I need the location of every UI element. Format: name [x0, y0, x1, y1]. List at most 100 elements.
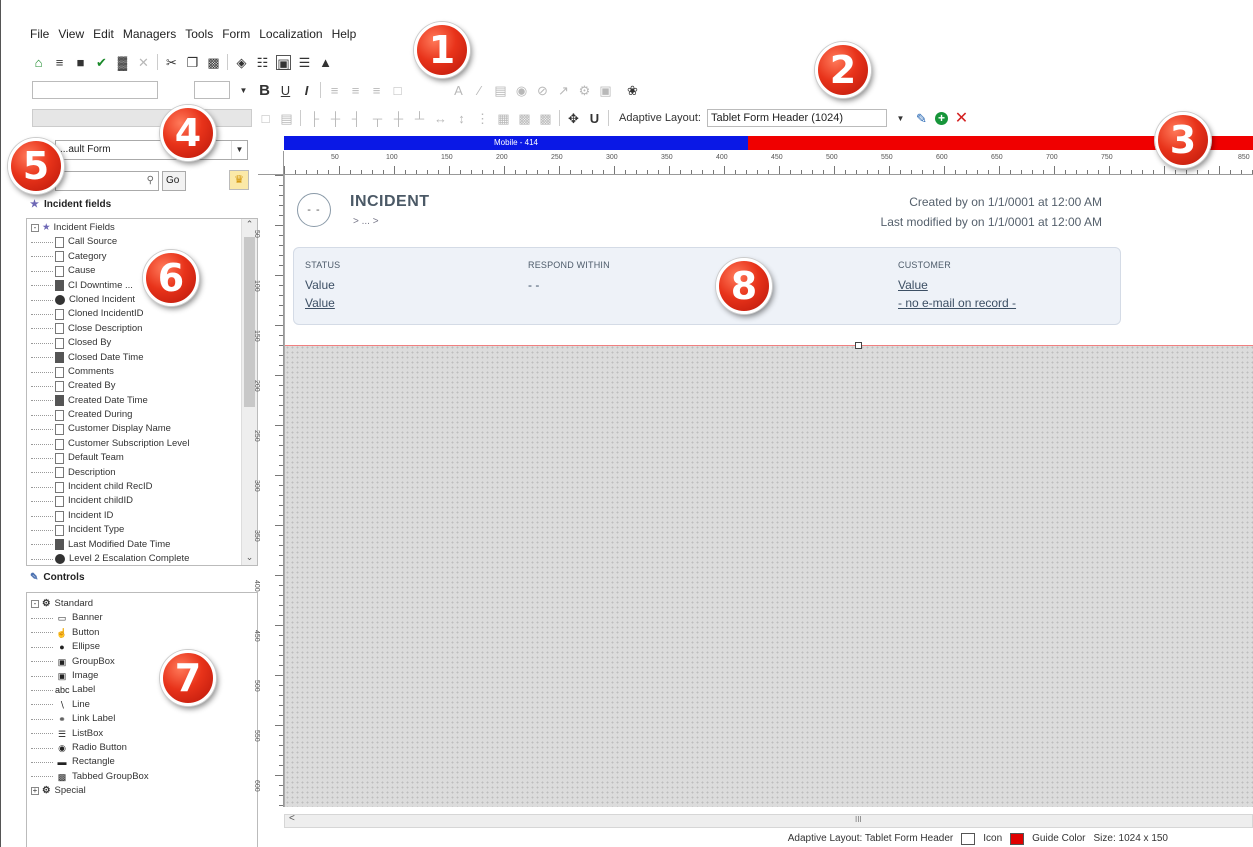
grid-icon[interactable]: ▦ — [496, 111, 511, 126]
border-icon[interactable]: □ — [390, 83, 405, 98]
control-item[interactable]: ☰ ListBox — [31, 727, 257, 741]
align-bottoms-icon[interactable]: ┴ — [412, 111, 427, 126]
scrollbar-grip[interactable]: III — [855, 815, 862, 824]
menu-item-view[interactable]: View — [58, 24, 84, 44]
lines-icon[interactable]: ☰ — [297, 55, 312, 70]
field-item[interactable]: Call Source — [31, 235, 257, 249]
align-right-icon[interactable]: ≡ — [369, 83, 384, 98]
new-page-icon[interactable]: □ — [258, 111, 273, 126]
menu-item-form[interactable]: Form — [222, 24, 250, 44]
customer-email[interactable]: - no e-mail on record - — [898, 294, 1016, 312]
image-icon[interactable]: ▣ — [598, 83, 613, 98]
menu-item-tools[interactable]: Tools — [185, 24, 213, 44]
line-color-icon[interactable]: ∕ — [472, 83, 487, 98]
icon-swatch[interactable] — [961, 832, 976, 845]
design-canvas[interactable]: - - INCIDENT > ... > Created by on 1/1/0… — [284, 175, 1253, 807]
align-tops-icon[interactable]: ┬ — [370, 111, 385, 126]
control-item[interactable]: ⚭ Link Label — [31, 712, 257, 726]
align-middles-icon[interactable]: ┼ — [391, 111, 406, 126]
field-item[interactable]: Cloned Incident — [31, 293, 257, 307]
delete-icon[interactable]: ▓ — [115, 55, 130, 70]
hierarchy-icon[interactable]: ☷ — [255, 55, 270, 70]
expand-icon[interactable]: + — [31, 787, 39, 796]
controls-tree[interactable]: - ⚙ Standard ▭ Banner ☝ Button ● Ellipse ▣ Grou… — [26, 592, 258, 847]
field-item[interactable]: Closed Date Time — [31, 351, 257, 365]
field-item[interactable]: Closed By — [31, 336, 257, 350]
field-item[interactable]: Last Modified Date Time — [31, 538, 257, 552]
field-item[interactable]: Incident Type — [31, 523, 257, 537]
control-item[interactable]: ● Ellipse — [31, 640, 257, 654]
expand-icon[interactable]: ↗ — [556, 83, 571, 98]
collapse-icon[interactable]: - — [31, 224, 39, 233]
chevron-down-icon[interactable]: ▼ — [236, 83, 251, 98]
go-button[interactable]: Go — [162, 171, 186, 191]
field-item[interactable]: Category — [31, 250, 257, 264]
field-item[interactable]: Comments — [31, 365, 257, 379]
info-groupbox[interactable]: STATUS Value Value RESPOND WITHIN - - CU… — [293, 247, 1121, 325]
form-view-icon[interactable]: ▣ — [276, 54, 291, 71]
field-item[interactable]: Created By — [31, 379, 257, 393]
field-item[interactable]: Incident child RecID — [31, 480, 257, 494]
send-back-icon[interactable]: ▩ — [538, 111, 553, 126]
field-item[interactable]: Description — [31, 466, 257, 480]
control-item[interactable]: ☝ Button — [31, 626, 257, 640]
style-icon[interactable]: ▤ — [279, 111, 294, 126]
control-item[interactable]: ∖ Line — [31, 698, 257, 712]
field-item[interactable]: Close Description — [31, 322, 257, 336]
field-item[interactable]: Level 2 Escalation Complete — [31, 552, 257, 565]
control-item[interactable]: ▩ Tabbed GroupBox — [31, 770, 257, 784]
menu-item-managers[interactable]: Managers — [123, 24, 176, 44]
paste-icon[interactable]: ▩ — [206, 55, 221, 70]
theme-icon[interactable]: ❀ — [625, 83, 640, 98]
fields-scrollbar[interactable]: ⌃ ⌄ — [241, 219, 257, 565]
bring-front-icon[interactable]: ▩ — [517, 111, 532, 126]
settings-icon[interactable]: ⚙ — [577, 83, 592, 98]
remove-icon[interactable]: ✕ — [954, 110, 969, 126]
bold-button[interactable]: B — [257, 83, 272, 98]
control-item[interactable]: ◉ Radio Button — [31, 741, 257, 755]
menu-item-edit[interactable]: Edit — [93, 24, 114, 44]
fields-tree[interactable]: - ★ Incident Fields Call Source Category C… — [26, 218, 258, 566]
font-size-input[interactable] — [194, 81, 230, 99]
status-value-link[interactable]: Value — [305, 294, 340, 312]
form-selector[interactable]: ...ault Form ▼ — [55, 140, 248, 160]
tree-root-incident-fields[interactable]: - ★ Incident Fields — [31, 221, 257, 235]
underline-button[interactable]: U — [278, 83, 293, 98]
space-icon[interactable]: ⋮ — [475, 111, 490, 126]
field-item[interactable]: Customer Subscription Level — [31, 437, 257, 451]
field-search-input[interactable]: ⚲ — [55, 171, 159, 191]
move-icon[interactable]: ✥ — [566, 111, 581, 126]
align-center-icon[interactable]: ≡ — [348, 83, 363, 98]
add-icon[interactable]: + — [934, 111, 948, 125]
adaptive-layout-bar[interactable]: Mobile - 414 — [284, 136, 1253, 150]
adaptive-layout-select[interactable]: Tablet Form Header (1024) — [706, 109, 887, 127]
visibility-icon[interactable]: ◉ — [514, 83, 529, 98]
scroll-down-icon[interactable]: ⌄ — [242, 552, 257, 563]
folder-icon[interactable]: ▲ — [318, 55, 333, 70]
menu-item-file[interactable]: File — [30, 24, 49, 44]
field-item[interactable]: Customer Display Name — [31, 422, 257, 436]
guide-color-swatch[interactable] — [1010, 832, 1025, 845]
tree-root-special[interactable]: + ⚙ Special — [31, 784, 257, 798]
control-item[interactable]: ▣ GroupBox — [31, 655, 257, 669]
control-item[interactable]: ▣ Image — [31, 669, 257, 683]
same-width-icon[interactable]: ↔ — [433, 111, 448, 126]
align-rights-icon[interactable]: ┤ — [349, 111, 364, 126]
scroll-left-icon[interactable]: < — [289, 813, 295, 824]
close-icon[interactable]: ✕ — [136, 55, 151, 70]
align-left-icon[interactable]: ≡ — [327, 83, 342, 98]
no-icon[interactable]: ⊘ — [535, 83, 550, 98]
control-item[interactable]: abc Label — [31, 683, 257, 697]
align-lefts-icon[interactable]: ├ — [307, 111, 322, 126]
italic-button[interactable]: I — [299, 83, 314, 98]
status-value[interactable]: Value — [305, 276, 340, 294]
same-height-icon[interactable]: ↕ — [454, 111, 469, 126]
customer-value[interactable]: Value — [898, 276, 1016, 294]
home-icon[interactable]: ⌂ — [31, 55, 46, 70]
form-header[interactable]: - - INCIDENT > ... > Created by on 1/1/0… — [285, 175, 1253, 346]
list-icon[interactable]: ≡ — [52, 55, 67, 70]
copy-icon[interactable]: ❐ — [185, 55, 200, 70]
field-item[interactable]: Created Date Time — [31, 394, 257, 408]
edit-pencil-icon[interactable]: ✎ — [914, 111, 929, 126]
magnet-icon[interactable]: U — [587, 111, 602, 126]
